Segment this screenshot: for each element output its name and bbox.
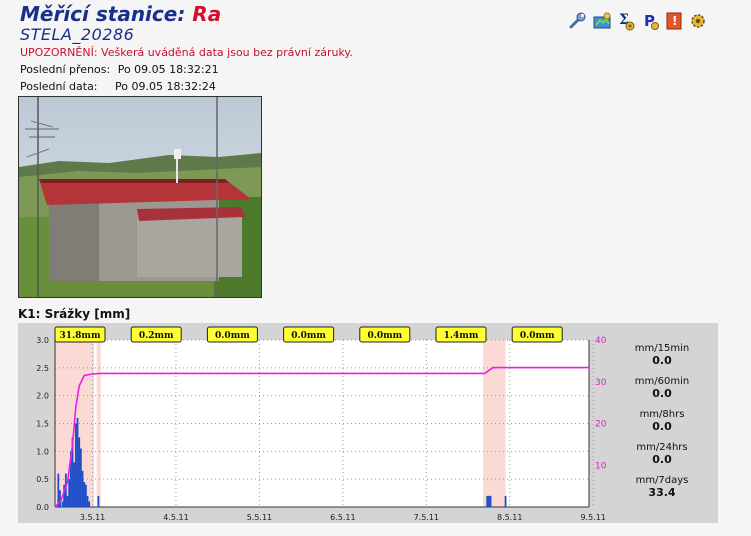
legal-warning: UPOZORNĚNÍ: Veškerá uváděná data jsou be… <box>20 46 353 59</box>
y-left-tick-label: 0.5 <box>36 475 49 484</box>
stat-15min-value: 0.0 <box>652 354 672 367</box>
last-transfer: Poslední přenos: Po 09.05 18:32:21 <box>20 63 219 76</box>
stat-15min-label: mm/15min <box>634 343 690 354</box>
rain-bar <box>59 490 61 507</box>
daily-total-label: 0.0mm <box>291 331 326 341</box>
last-transfer-value: Po 09.05 18:32:21 <box>117 63 219 76</box>
rain-bar <box>79 448 82 507</box>
stat-60min: mm/60min 0.0 <box>618 376 706 400</box>
rain-bar <box>66 495 69 507</box>
x-tick-label: 7.5.11 <box>414 513 439 522</box>
y-left-tick-label: 1.0 <box>36 447 49 456</box>
rain-bar <box>84 484 87 507</box>
parking-icon[interactable]: P <box>640 10 660 32</box>
daily-total-label: 0.0mm <box>215 331 250 341</box>
x-tick-label: 6.5.11 <box>330 513 355 522</box>
stat-8hrs-value: 0.0 <box>652 420 672 433</box>
stat-24hrs: mm/24hrs 0.0 <box>618 442 706 466</box>
rain-bar <box>86 495 89 507</box>
rain-bar <box>74 423 77 507</box>
rain-bar <box>97 495 100 507</box>
y-left-tick-label: 2.5 <box>36 364 49 373</box>
daily-total-label: 0.0mm <box>520 331 555 341</box>
daily-total-label: 0.2mm <box>139 331 174 341</box>
wrench-icon[interactable] <box>568 10 588 32</box>
y-left-tick-label: 1.5 <box>36 420 49 429</box>
rain-bar <box>487 495 490 507</box>
rain-bar <box>76 417 79 507</box>
settings-icon[interactable] <box>688 10 708 32</box>
rain-bar <box>73 462 76 507</box>
stat-15min: mm/15min 0.0 <box>618 343 706 367</box>
rain-period-highlight <box>96 340 101 507</box>
rain-bar <box>486 495 489 507</box>
x-tick-label: 4.5.11 <box>163 513 188 522</box>
x-tick-label: 8.5.11 <box>497 513 522 522</box>
y-left-tick-label: 0.0 <box>36 503 49 512</box>
daily-total-label: 0.0mm <box>367 331 402 341</box>
stat-60min-value: 0.0 <box>652 387 672 400</box>
stat-7days-label: mm/7days <box>635 475 689 486</box>
station-name: Ra <box>192 2 222 26</box>
x-tick-label: 3.5.11 <box>80 513 105 522</box>
last-data: Poslední data: Po 09.05 18:32:24 <box>20 80 216 93</box>
last-data-label: Poslední data: <box>20 80 98 93</box>
stat-24hrs-value: 0.0 <box>652 453 672 466</box>
rain-bar <box>88 501 91 507</box>
stat-24hrs-label: mm/24hrs <box>636 442 688 453</box>
rain-bar <box>78 437 81 507</box>
title-prefix: Měřící stanice: <box>20 2 193 26</box>
stat-8hrs: mm/8hrs 0.0 <box>618 409 706 433</box>
stat-7days: mm/7days 33.4 <box>618 475 706 499</box>
station-id: STELA_20286 <box>20 25 135 44</box>
y-right-tick-label: 30 <box>595 378 607 388</box>
stat-7days-value: 33.4 <box>648 486 676 499</box>
rain-bar <box>504 495 507 507</box>
page-title: Měřící stanice: Ra <box>20 2 221 26</box>
rain-bar <box>489 495 492 507</box>
last-transfer-label: Poslední přenos: <box>20 63 111 76</box>
y-left-tick-label: 3.0 <box>36 336 49 345</box>
toolbar: Σ P ! <box>568 10 708 32</box>
y-right-tick-label: 20 <box>595 420 607 430</box>
svg-text:!: ! <box>672 14 677 28</box>
rain-bar <box>81 470 84 507</box>
rain-bar <box>68 479 71 507</box>
pdf-icon[interactable]: ! <box>664 10 684 32</box>
daily-total-label: 31.8mm <box>60 331 101 341</box>
y-right-tick-label: 10 <box>595 461 607 471</box>
precipitation-chart: 0.0 0.5 1.0 1.5 2.0 2.5 3.0 3.5.11 4.5.11 5.5.11 6… <box>36 326 607 522</box>
station-photo <box>18 96 262 298</box>
x-tick-label: 9.5.11 <box>580 513 605 522</box>
last-data-value: Po 09.05 18:32:24 <box>115 80 216 93</box>
rain-bar <box>61 501 64 507</box>
map-icon[interactable] <box>592 10 612 32</box>
y-left-tick-label: 2.0 <box>36 392 49 401</box>
precipitation-chart-panel: 0.0 0.5 1.0 1.5 2.0 2.5 3.0 3.5.11 4.5.11 5.5.11 6… <box>18 323 718 523</box>
x-tick-label: 5.5.11 <box>247 513 272 522</box>
rain-period-highlight <box>483 340 506 507</box>
section-label: K1: Srážky [mm] <box>18 307 131 321</box>
stat-8hrs-label: mm/8hrs <box>639 409 685 420</box>
rain-bar <box>83 481 86 507</box>
sum-icon[interactable]: Σ <box>616 10 636 32</box>
y-right-tick-label: 40 <box>595 336 607 346</box>
daily-total-label: 1.4mm <box>444 331 479 341</box>
stat-60min-label: mm/60min <box>634 376 690 387</box>
